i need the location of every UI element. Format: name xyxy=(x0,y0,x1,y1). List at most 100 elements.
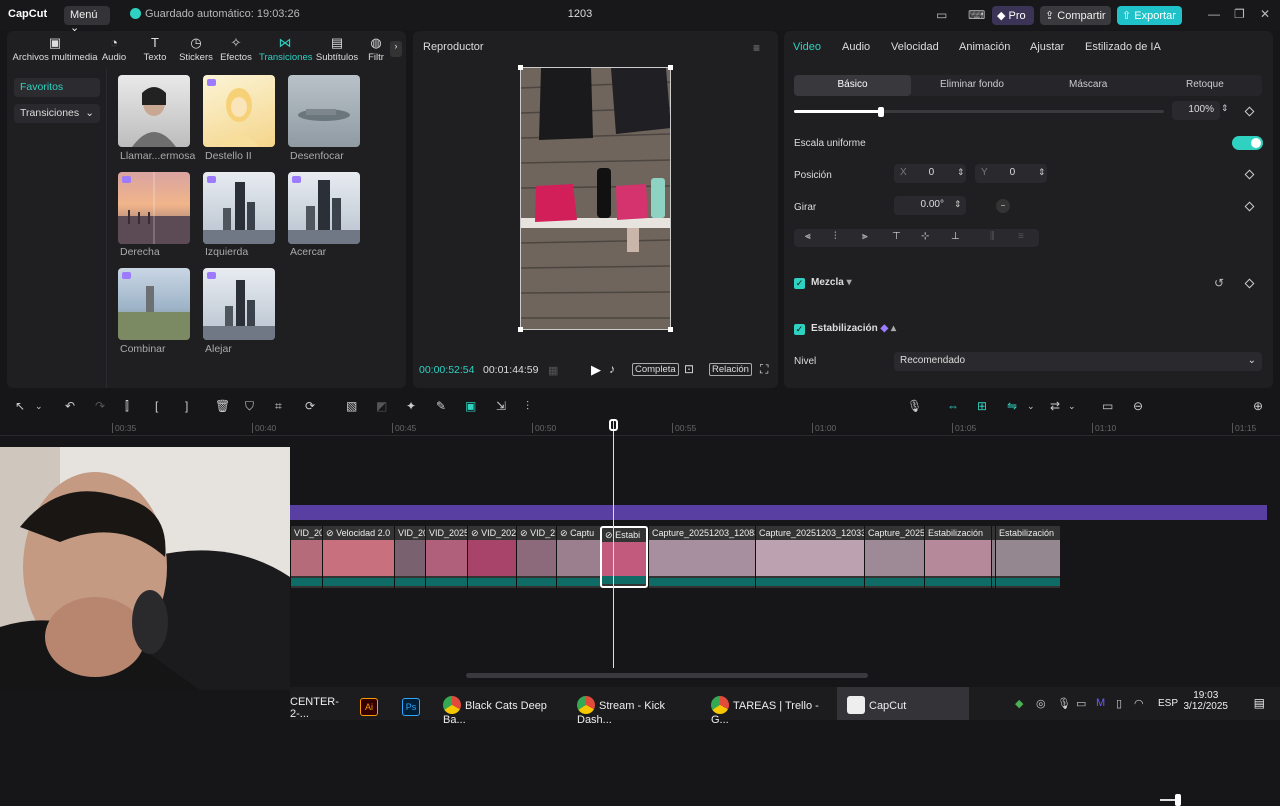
timeline-scrollbar[interactable] xyxy=(466,673,868,678)
tab-ai-style[interactable]: Estilizado de IA xyxy=(1085,41,1161,53)
menu-button[interactable]: Menú ⌄ xyxy=(64,6,110,34)
uniform-scale-toggle[interactable] xyxy=(1232,136,1263,150)
transition-thumb-desenfocar[interactable] xyxy=(288,75,360,147)
share-button[interactable]: ⇪ Compartir xyxy=(1040,6,1111,25)
taskbar-chrome[interactable]: Black Cats Deep Ba... xyxy=(443,687,567,726)
playhead-handle[interactable] xyxy=(609,419,618,431)
transition-thumb-llamar[interactable] xyxy=(118,75,190,147)
keyboard-icon[interactable]: ⌨ xyxy=(968,8,985,22)
nav-favorites[interactable]: Favoritos xyxy=(14,78,100,97)
video-preview[interactable] xyxy=(520,67,671,330)
video-clip[interactable]: Capture_2025 xyxy=(864,526,924,588)
keyframe-icon[interactable] xyxy=(1244,169,1255,180)
tool-media[interactable]: ▣ Archivos multimedia xyxy=(11,35,99,63)
magic-wand-icon[interactable]: ✎ xyxy=(436,399,446,413)
stepper-icon[interactable]: ⇕ xyxy=(954,199,962,210)
position-x-input[interactable]: X0 xyxy=(894,164,966,183)
taskbar-item[interactable]: CENTER-2-... xyxy=(290,687,350,720)
fullscreen-icon[interactable]: ⛶ xyxy=(760,362,768,377)
system-clock[interactable]: 19:03 3/12/2025 xyxy=(1184,690,1229,712)
resize-handle[interactable] xyxy=(668,65,673,70)
chevron-down-icon[interactable]: ⌄ xyxy=(1027,401,1035,412)
video-clip[interactable]: VID_202 xyxy=(290,526,322,588)
stabilization-label[interactable]: Estabilización ◆ ▴ xyxy=(811,323,896,334)
video-clip[interactable]: Capture_20251203_12083 xyxy=(648,526,755,588)
reset-icon[interactable]: ↺ xyxy=(1214,276,1224,290)
notifications-icon[interactable]: ▤ xyxy=(1254,696,1265,710)
blend-label[interactable]: Mezcla ▾ xyxy=(811,277,852,288)
audio-wave-icon[interactable]: ⫶ xyxy=(526,399,529,414)
freeze-frame-icon[interactable]: ▧ xyxy=(346,399,357,413)
stepper-icon[interactable]: ⇕ xyxy=(1221,103,1229,114)
rotation-dial-icon[interactable]: − xyxy=(996,199,1010,213)
aspect-ratio-button[interactable]: Relación xyxy=(709,363,752,376)
video-clip[interactable]: ⊘ VID_202 xyxy=(467,526,516,588)
language-indicator[interactable]: ESP xyxy=(1158,698,1178,709)
video-clip[interactable]: Estabilización xyxy=(924,526,991,588)
tab-animation[interactable]: Animación xyxy=(959,41,1010,53)
scale-slider[interactable] xyxy=(794,110,1164,113)
nav-transitions[interactable]: Transiciones ⌄ xyxy=(14,104,100,123)
split-icon[interactable]: ⫿ xyxy=(125,399,129,414)
tab-video[interactable]: Video xyxy=(793,41,821,53)
grid-icon[interactable]: ▦ xyxy=(548,364,558,377)
pro-button[interactable]: ◆ Pro xyxy=(992,6,1034,25)
video-clip[interactable]: ⊘ Velocidad 2.0 xyxy=(322,526,394,588)
transition-thumb-acercar[interactable] xyxy=(288,172,360,244)
taskbar-chrome[interactable]: TAREAS | Trello - G... xyxy=(711,687,835,726)
tray-app-icon[interactable]: M xyxy=(1096,697,1105,709)
wifi-icon[interactable]: ◠ xyxy=(1134,697,1144,710)
tab-speed[interactable]: Velocidad xyxy=(891,41,939,53)
speed-curve-icon[interactable]: ⟳ xyxy=(305,399,315,413)
zoom-slider-handle[interactable] xyxy=(1175,794,1181,806)
align-bottom-icon[interactable]: ⊥ xyxy=(951,231,960,242)
keyframe-icon[interactable] xyxy=(1244,106,1255,117)
full-quality-button[interactable]: Completa xyxy=(632,363,679,376)
resize-handle[interactable] xyxy=(518,65,523,70)
crop-icon[interactable]: ⌗ xyxy=(275,399,282,414)
video-clip[interactable]: ⊘ VID_2 xyxy=(516,526,556,588)
preview-axis-icon[interactable]: ⇄ xyxy=(1050,399,1060,413)
cutout-icon[interactable]: ✦ xyxy=(406,399,416,413)
stabilization-checkbox[interactable]: ✓ xyxy=(794,324,805,335)
delete-icon[interactable]: 🗑 xyxy=(215,399,230,413)
close-icon[interactable]: ✕ xyxy=(1260,7,1270,21)
chevron-down-icon[interactable]: ⌄ xyxy=(35,401,43,412)
level-select[interactable]: Recomendado ⌄ xyxy=(894,352,1262,371)
transition-thumb-destello[interactable] xyxy=(203,75,275,147)
screenshot-icon[interactable]: ⊡ xyxy=(684,362,694,376)
keyframe-icon[interactable] xyxy=(1244,201,1255,212)
menu-lines-icon[interactable]: ≡ xyxy=(753,41,760,55)
subtab-remove-bg[interactable]: Eliminar fondo xyxy=(940,79,1004,90)
project-title[interactable]: 1203 xyxy=(560,8,600,20)
taskbar-capcut[interactable]: CapCut xyxy=(837,687,969,720)
trim-right-icon[interactable]: ] xyxy=(185,399,188,413)
align-top-icon[interactable]: ⊤ xyxy=(892,231,901,242)
taskbar-illustrator[interactable]: Ai xyxy=(360,687,384,720)
video-clip-selected[interactable]: ⊘ Estabi xyxy=(600,526,648,588)
tray-app-icon[interactable]: ◎ xyxy=(1036,697,1046,710)
video-clip[interactable]: ⊘ Captu xyxy=(556,526,600,588)
tab-adjust[interactable]: Ajustar xyxy=(1030,41,1064,53)
taskbar-photoshop[interactable]: Ps xyxy=(402,687,426,720)
keyframe-icon[interactable] xyxy=(1244,278,1255,289)
battery-icon[interactable]: ▯ xyxy=(1116,697,1122,710)
video-clip[interactable]: Estabilización xyxy=(995,526,1060,588)
subtab-mask[interactable]: Máscara xyxy=(1069,79,1107,90)
tool-transitions[interactable]: ⋈ Transiciones xyxy=(259,35,313,63)
timeline-ruler[interactable]: 00:35 00:40 00:45 00:50 00:55 01:00 01:0… xyxy=(0,420,1280,436)
blend-checkbox[interactable]: ✓ xyxy=(794,278,805,289)
snap-icon[interactable]: ⊞ xyxy=(977,399,987,413)
zoom-out-icon[interactable]: ⊖ xyxy=(1133,399,1143,413)
tray-app-icon[interactable]: ▭ xyxy=(1076,697,1086,710)
scale-slider-handle[interactable] xyxy=(878,107,884,117)
stepper-icon[interactable]: ⇕ xyxy=(1038,167,1046,178)
tab-audio[interactable]: Audio xyxy=(842,41,870,53)
audio-track[interactable] xyxy=(290,505,1267,520)
tool-filters[interactable]: ◍ Filtr xyxy=(365,35,387,63)
export-frame-icon[interactable]: ⇲ xyxy=(496,399,506,413)
zoom-in-icon[interactable]: ⊕ xyxy=(1253,399,1263,413)
video-clip[interactable]: VID_20 xyxy=(394,526,425,588)
tool-audio[interactable]: ◔ Audio xyxy=(97,35,131,63)
tool-subtitles[interactable]: ▤ Subtítulos xyxy=(315,35,359,63)
